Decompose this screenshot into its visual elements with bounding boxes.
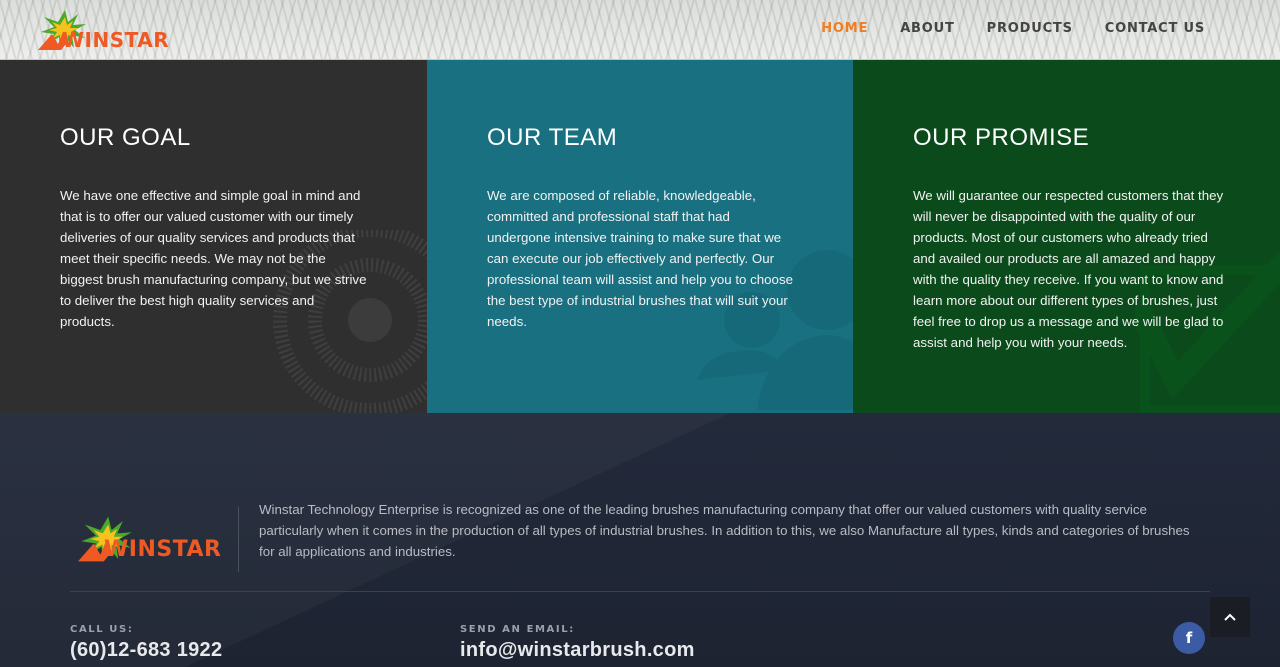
facebook-icon[interactable]: f [1173,622,1205,654]
goal-section: OUR GOAL We have one effective and simpl… [0,60,427,413]
footer-about-text: Winstar Technology Enterprise is recogni… [259,502,1190,559]
email-address[interactable]: info@winstarbrush.com [460,639,695,662]
footer-horizontal-divider [70,591,1210,592]
scroll-to-top-button[interactable] [1210,597,1250,637]
email-label: SEND AN EMAIL: [460,624,575,635]
nav-home[interactable]: HOME [821,21,868,36]
site-logo[interactable]: WINSTAR [38,8,169,52]
site-header: WINSTAR HOME ABOUT PRODUCTS CONTACT US [0,0,1280,60]
promise-text: We will guarantee our respected customer… [913,188,1224,350]
nav-about[interactable]: ABOUT [900,21,954,36]
logo-wordmark: WINSTAR [62,28,170,52]
chevron-up-icon [1224,613,1236,621]
goal-title: OUR GOAL [60,124,191,151]
nav-contact-us[interactable]: CONTACT US [1105,21,1205,36]
phone-number[interactable]: (60)12-683 1922 [70,639,222,662]
call-us-label: CALL US: [70,624,134,635]
team-text: We are composed of reliable, knowledgeab… [487,188,793,329]
footer-logo-wordmark: WINSTAR [104,537,222,562]
footer-vertical-divider [238,507,239,572]
feature-columns: OUR GOAL We have one effective and simpl… [0,60,1280,413]
nav-products[interactable]: PRODUCTS [987,21,1073,36]
site-footer: WINSTAR Winstar Technology Enterprise is… [0,413,1280,667]
team-title: OUR TEAM [487,124,618,151]
goal-text: We have one effective and simple goal in… [60,188,367,329]
main-nav: HOME ABOUT PRODUCTS CONTACT US [789,21,1205,36]
footer-logo[interactable]: WINSTAR [78,513,221,565]
promise-section: OUR PROMISE We will guarantee our respec… [853,60,1280,413]
team-section: OUR TEAM We are composed of reliable, kn… [427,60,853,413]
promise-title: OUR PROMISE [913,124,1090,151]
